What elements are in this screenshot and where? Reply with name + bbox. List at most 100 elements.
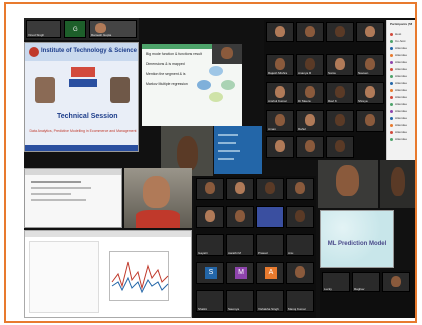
participant-name: Anu	[288, 251, 294, 255]
participant-row[interactable]: Attendee	[390, 67, 412, 71]
participant-tile	[296, 136, 324, 158]
participant-name: Naveen	[358, 71, 369, 75]
slide-bullet: Dimensions & is mapped	[146, 62, 185, 66]
participant-role: Attendee	[395, 130, 408, 134]
participant-row[interactable]: Attendee	[390, 74, 412, 78]
participant-tile: Aman	[266, 110, 294, 132]
participant-row[interactable]: Attendee	[390, 109, 412, 113]
participant-name: Ravi K	[328, 99, 337, 103]
slide-bullet: Mention the segment & is	[146, 72, 186, 76]
participant-name: Lucky	[324, 287, 332, 291]
participant-row[interactable]: Co-host	[390, 39, 412, 43]
participant-row[interactable]: Attendee	[390, 102, 412, 106]
participant-tile	[296, 22, 324, 42]
poster-badge	[71, 67, 95, 77]
participant-row[interactable]: Attendee	[390, 130, 412, 134]
event-poster: Institute of Technology & Science Techni…	[24, 42, 139, 152]
face	[364, 57, 376, 71]
status-dot	[390, 74, 393, 78]
participant-tile: Aarathi M	[226, 234, 254, 256]
participant-row[interactable]: Attendee	[390, 81, 412, 85]
face	[334, 25, 346, 37]
face	[143, 176, 171, 208]
diagram-node	[197, 80, 211, 90]
face	[334, 57, 346, 71]
participant-tile	[196, 206, 224, 228]
participant-row[interactable]: Attendee	[390, 123, 412, 127]
participant-row[interactable]: Attendee	[390, 116, 412, 120]
status-dot	[390, 130, 393, 134]
poster-session-title: Technical Session	[57, 113, 118, 120]
participant-tile: Ramesh Gupta	[89, 20, 137, 38]
face	[274, 85, 286, 99]
doc-content-block	[31, 199, 86, 201]
doc-content-block	[31, 193, 71, 195]
slide-bullet: Markov Multiple regression	[146, 82, 188, 86]
face	[364, 85, 376, 99]
participant-tile: Ananya R	[296, 54, 324, 76]
status-dot	[390, 109, 393, 113]
participant-row[interactable]: Attendee	[390, 95, 412, 99]
participant-row[interactable]: Attendee	[390, 60, 412, 64]
participant-tile	[256, 178, 284, 200]
participant-tile: Vinod Singh	[26, 20, 61, 38]
menu-line	[218, 150, 240, 152]
slide-decoration	[321, 211, 393, 267]
participant-row[interactable]: Attendee	[390, 46, 412, 50]
participant-role: Attendee	[395, 109, 408, 113]
face	[304, 25, 316, 37]
participant-name: Gayatri	[198, 251, 208, 255]
poster-date-badge	[69, 79, 97, 87]
face	[274, 139, 286, 153]
participant-role: Attendee	[395, 46, 408, 50]
participant-tile: S	[196, 262, 224, 284]
screenshot-frame: Vinod Singh G Ramesh Gupta Institute of …	[4, 2, 417, 323]
participant-row[interactable]: Host	[390, 32, 412, 36]
poster-institute-title: Institute of Technology & Science	[41, 48, 137, 54]
participant-tile	[286, 206, 314, 228]
slide-bullet: Big mode function & functions result	[146, 52, 202, 56]
top-strip: Vinod Singh G Ramesh Gupta	[24, 18, 139, 40]
participant-tile	[266, 136, 294, 158]
face	[304, 85, 316, 99]
participant-name: Manoj Kumar	[288, 307, 306, 311]
face	[234, 181, 246, 195]
diagram-node	[221, 80, 235, 90]
participant-tile: Anu	[286, 234, 314, 256]
participant-row[interactable]: Attendee	[390, 88, 412, 92]
participant-role: Attendee	[395, 67, 408, 71]
face	[390, 166, 405, 197]
participant-tile	[326, 110, 354, 132]
menu-line	[218, 158, 234, 160]
poster-topic: Data Analytics, Predictive Modelling in …	[29, 129, 137, 133]
gallery-strip-right: Lucky Raghav	[320, 270, 415, 318]
participant-tile: Prasad	[256, 234, 284, 256]
participants-header: Participants (58)	[390, 22, 412, 26]
participant-role: Attendee	[395, 123, 408, 127]
participant-name: Prasad	[258, 251, 268, 255]
face	[334, 113, 346, 127]
status-dot	[390, 95, 393, 99]
participant-tile: M	[226, 262, 254, 284]
face	[304, 113, 316, 127]
status-dot	[390, 67, 393, 71]
participant-tile: Sonia	[326, 54, 354, 76]
diagram-node	[209, 66, 223, 76]
time-series-plot	[111, 261, 169, 294]
participant-tile: A	[256, 262, 284, 284]
participant-row[interactable]: Attendee	[390, 53, 412, 57]
menu-line	[218, 142, 236, 144]
participant-name: Rajesh Mishra	[268, 71, 288, 75]
participant-role: Attendee	[395, 60, 408, 64]
face	[294, 209, 306, 223]
participant-role: Attendee	[395, 137, 408, 141]
participant-role: Attendee	[395, 95, 408, 99]
participant-role: Attendee	[395, 74, 408, 78]
participant-tile: Rahul	[296, 110, 324, 132]
participant-name: Rahul	[298, 127, 306, 131]
participant-tile	[326, 22, 354, 42]
speaker-video	[124, 168, 192, 228]
participant-name: Vinod Singh	[28, 33, 45, 37]
participant-row[interactable]: Attendee	[390, 137, 412, 141]
status-dot	[390, 81, 393, 85]
